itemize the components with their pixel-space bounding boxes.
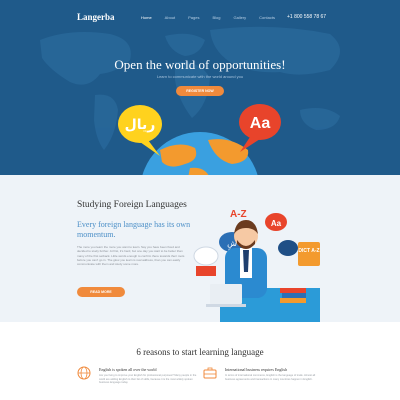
reasons-title: 6 reasons to start learning language [136,347,264,357]
phone-number[interactable]: +1 800 558 78 67 [287,14,326,20]
studying-lead: Every foreign language has its own momen… [77,220,191,239]
latin-bubble-text: Aa [250,115,271,132]
site-logo[interactable]: Langerba [77,12,115,22]
globe-icon [77,366,91,380]
reason-title: International business requires English [225,367,288,372]
hero-subtitle: Learn to communicate with the world arou… [156,74,244,79]
top-navigation: Langerba Home About Pages Blog Gallery C… [0,10,400,26]
nav-home[interactable]: Home [141,15,152,20]
dict-label: DICT A-Z [298,248,319,254]
az-label: A-Z [230,209,247,220]
arabic-bubble-text: ريال [125,117,156,133]
reasons-section [0,322,400,400]
nav-about[interactable]: About [165,15,175,20]
reason-text: In terms of international commerce, Engl… [225,374,316,381]
studying-title: Studying Foreign Languages [77,200,187,210]
reason-title: English is spoken all over the world [99,367,157,372]
studying-body: The more you learn the more you want to … [77,245,185,267]
hero-title: Open the world of opportunities! [114,57,286,72]
aa-label-top: Aa [271,219,282,228]
page: Langerba Home About Pages Blog Gallery C… [0,0,400,400]
reason-text: Are you living to improve your English f… [99,374,197,385]
register-now-button[interactable]: REGISTER NOW [176,86,224,96]
nav-contacts[interactable]: Contacts [259,15,275,20]
globe-illustration: ريال Aa [118,104,281,175]
nav-gallery[interactable]: Gallery [233,15,246,20]
read-more-button[interactable]: READ MORE [77,287,125,297]
teacher-illustration: A-Z Aa شٍ DICT A-Z [193,209,320,322]
nav-menu: Home About Pages Blog Gallery Contacts [141,15,288,20]
briefcase-icon [203,367,217,379]
hero-section: Langerba Home About Pages Blog Gallery C… [0,0,400,175]
nav-pages[interactable]: Pages [188,15,199,20]
nav-blog[interactable]: Blog [212,15,220,20]
